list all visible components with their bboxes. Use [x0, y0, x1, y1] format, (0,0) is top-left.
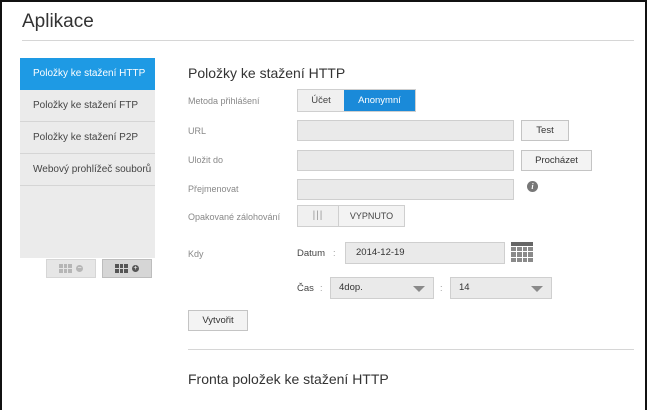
repeat-backup-toggle[interactable]: ||| VYPNUTO [297, 205, 405, 227]
repeat-backup-label: Opakované zálohování [188, 212, 281, 222]
section-divider [188, 349, 634, 350]
chevron-down-icon [413, 286, 425, 292]
rename-label: Přejmenovat [188, 184, 239, 194]
toggle-knob: ||| [298, 206, 339, 226]
queue-title: Fronta položek ke stažení HTTP [188, 371, 389, 387]
date-input[interactable]: 2014-12-19 [345, 242, 505, 264]
sidebar-item-p2p-downloads[interactable]: Položky ke stažení P2P [20, 122, 155, 154]
time-separator: : [440, 283, 443, 293]
chevron-down-icon [531, 286, 543, 292]
test-button[interactable]: Test [521, 120, 569, 141]
app-title: Aplikace [22, 11, 94, 32]
login-method-label: Metoda přihlášení [188, 96, 260, 106]
toggle-state: VYPNUTO [339, 206, 404, 226]
sidebar-item-http-downloads[interactable]: Položky ke stažení HTTP [20, 58, 155, 90]
save-to-label: Uložit do [188, 155, 224, 165]
sidebar-item-ftp-downloads[interactable]: Položky ke stažení FTP [20, 90, 155, 122]
time-label: Čas [297, 283, 314, 294]
info-icon[interactable]: i [527, 181, 538, 192]
date-label: Datum [297, 248, 325, 259]
date-colon: : [333, 248, 336, 258]
time-colon: : [320, 283, 323, 293]
minute-value: 14 [459, 282, 470, 293]
title-divider [22, 40, 634, 41]
login-method-toggle: Účet Anonymní [297, 89, 416, 112]
login-option-anonymous[interactable]: Anonymní [344, 90, 415, 111]
sidebar: Položky ke stažení HTTP Položky ke staže… [20, 58, 155, 258]
hour-value: 4dop. [339, 282, 363, 293]
minute-select[interactable]: 14 [450, 277, 552, 299]
url-label: URL [188, 126, 207, 136]
url-input[interactable] [297, 120, 514, 141]
app-grid-icon [59, 264, 72, 273]
create-button[interactable]: Vytvořit [188, 310, 248, 331]
add-circle-icon: + [132, 265, 139, 272]
when-label: Kdy [188, 249, 204, 259]
add-app-button[interactable]: + [102, 259, 152, 278]
app-grid-icon [115, 264, 128, 273]
save-to-input[interactable] [297, 150, 514, 171]
remove-app-button[interactable]: − [46, 259, 96, 278]
remove-circle-icon: − [76, 265, 83, 272]
browse-button[interactable]: Procházet [521, 150, 592, 171]
rename-input[interactable] [297, 179, 514, 200]
hour-select[interactable]: 4dop. [330, 277, 434, 299]
section-title: Položky ke stažení HTTP [188, 65, 346, 81]
calendar-icon[interactable] [511, 242, 533, 262]
sidebar-item-web-file-viewer[interactable]: Webový prohlížeč souborů [20, 154, 155, 186]
login-option-account[interactable]: Účet [298, 90, 344, 111]
